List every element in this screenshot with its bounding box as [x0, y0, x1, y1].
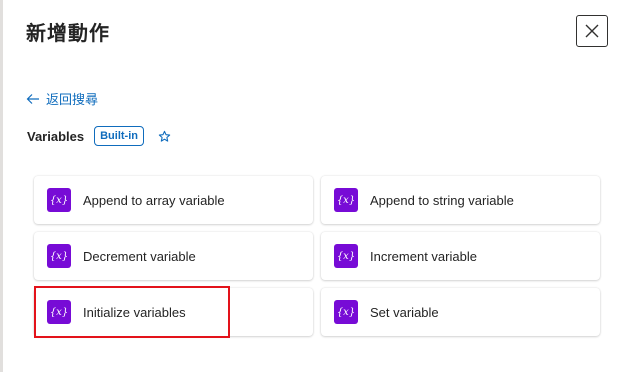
variable-icon: {x} [47, 244, 71, 268]
variable-icon: {x} [47, 188, 71, 212]
favorite-button[interactable] [157, 129, 171, 143]
action-label: Set variable [370, 304, 439, 320]
action-label: Append to string variable [370, 192, 514, 208]
action-label: Append to array variable [83, 192, 225, 208]
action-card-increment-variable[interactable]: {x} Increment variable [321, 232, 600, 280]
panel-left-border [0, 0, 3, 372]
connector-header: Variables Built-in [27, 126, 171, 146]
close-button[interactable] [576, 15, 608, 47]
arrow-left-icon [26, 93, 39, 104]
variable-icon: {x} [47, 300, 71, 324]
built-in-badge: Built-in [94, 126, 144, 146]
action-card-set-variable[interactable]: {x} Set variable [321, 288, 600, 336]
action-label: Initialize variables [83, 304, 186, 320]
back-link-label: 返回搜尋 [46, 93, 99, 108]
variable-icon: {x} [334, 244, 358, 268]
action-card-append-to-string-variable[interactable]: {x} Append to string variable [321, 176, 600, 224]
connector-name: Variables [27, 128, 85, 144]
action-card-append-to-array-variable[interactable]: {x} Append to array variable [34, 176, 313, 224]
variable-icon: {x} [334, 188, 358, 212]
action-label: Decrement variable [83, 248, 196, 264]
action-card-initialize-variables[interactable]: {x} Initialize variables [34, 288, 313, 336]
star-outline-icon [158, 130, 170, 142]
back-to-search-link[interactable]: 返回搜尋 [26, 89, 98, 108]
action-label: Increment variable [370, 248, 477, 264]
action-card-decrement-variable[interactable]: {x} Decrement variable [34, 232, 313, 280]
close-icon [585, 24, 599, 38]
panel-title: 新增動作 [26, 21, 110, 45]
variable-icon: {x} [334, 300, 358, 324]
